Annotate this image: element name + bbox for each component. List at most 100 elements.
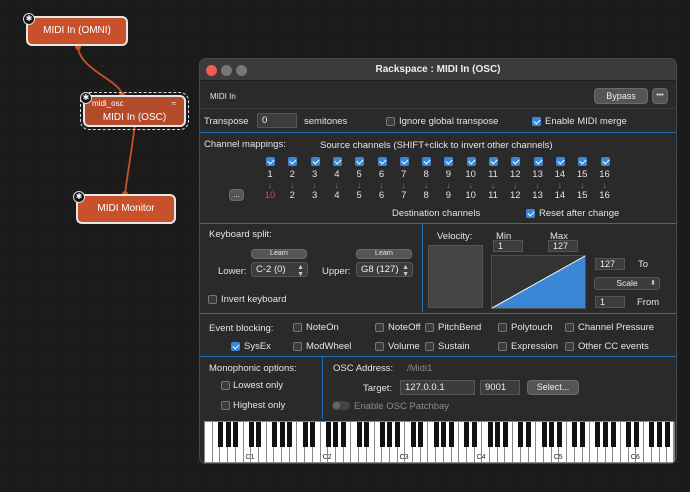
piano-black-key[interactable] xyxy=(549,422,555,447)
osc-patchbay-toggle[interactable] xyxy=(332,401,350,410)
destination-channel-number[interactable]: 4 xyxy=(331,190,343,201)
enable-midi-merge-checkbox[interactable] xyxy=(532,117,541,126)
event-block-checkbox[interactable] xyxy=(425,323,434,332)
event-block-checkbox[interactable] xyxy=(231,342,240,351)
zoom-icon[interactable] xyxy=(236,65,247,76)
destination-channel-number[interactable]: 9 xyxy=(442,190,454,201)
piano-black-key[interactable] xyxy=(572,422,578,447)
osc-address-value[interactable]: /Midi1 xyxy=(407,363,432,374)
source-channel-checkbox[interactable] xyxy=(266,157,275,166)
piano-black-key[interactable] xyxy=(256,422,262,447)
piano-black-key[interactable] xyxy=(464,422,470,447)
piano-black-key[interactable] xyxy=(541,422,547,447)
piano-black-key[interactable] xyxy=(248,422,254,447)
piano-black-key[interactable] xyxy=(310,422,316,447)
invert-keyboard-checkbox[interactable] xyxy=(208,295,217,304)
node-pin-icon[interactable]: ✱ xyxy=(23,13,35,25)
channel-mapping-column[interactable]: 14 ↓ 14 xyxy=(554,169,566,201)
velocity-to-input[interactable]: 127 xyxy=(595,258,625,270)
destination-channel-number[interactable]: 3 xyxy=(309,190,321,201)
piano-black-key[interactable] xyxy=(418,422,424,447)
channel-mapping-column[interactable]: 11 ↓ 11 xyxy=(487,169,499,201)
event-block-checkbox[interactable] xyxy=(293,342,302,351)
source-channel-checkbox[interactable] xyxy=(310,157,320,166)
select-target-button[interactable]: Select... xyxy=(527,380,579,395)
velocity-mode-dropdown[interactable]: Scale ⬍ xyxy=(594,277,660,290)
source-channel-checkbox[interactable] xyxy=(533,157,543,166)
lower-learn-button[interactable]: Learn xyxy=(251,249,307,259)
channel-mapping-column[interactable]: 4 ↓ 4 xyxy=(331,169,343,201)
destination-channel-number[interactable]: 12 xyxy=(509,190,521,201)
source-channel-checkbox[interactable] xyxy=(489,157,498,166)
piano-black-key[interactable] xyxy=(526,422,532,447)
destination-channel-number[interactable]: 8 xyxy=(420,190,432,201)
event-block-checkbox[interactable] xyxy=(375,342,384,351)
node-midi-monitor[interactable]: ✱ MIDI Monitor xyxy=(73,191,176,224)
event-block-checkbox[interactable] xyxy=(498,342,507,351)
piano-black-key[interactable] xyxy=(633,422,639,447)
piano-black-key[interactable] xyxy=(664,422,670,447)
piano-black-key[interactable] xyxy=(518,422,524,447)
piano-black-key[interactable] xyxy=(279,422,285,447)
piano-black-key[interactable] xyxy=(603,422,609,447)
velocity-from-input[interactable]: 1 xyxy=(595,296,625,308)
piano-black-key[interactable] xyxy=(626,422,632,447)
piano-black-key[interactable] xyxy=(379,422,385,447)
piano-white-key[interactable] xyxy=(205,422,213,462)
destination-channel-number[interactable]: 14 xyxy=(554,190,566,201)
destination-channel-number[interactable]: 7 xyxy=(398,190,410,201)
event-block-checkbox[interactable] xyxy=(425,342,434,351)
velocity-max-input[interactable]: 127 xyxy=(548,240,578,252)
ignore-global-transpose-checkbox[interactable] xyxy=(386,117,395,126)
piano-black-key[interactable] xyxy=(441,422,447,447)
node-pin-icon[interactable]: ✱ xyxy=(80,92,92,104)
piano-black-key[interactable] xyxy=(410,422,416,447)
source-channel-checkbox[interactable] xyxy=(399,157,409,166)
minimize-icon[interactable] xyxy=(221,65,232,76)
window-titlebar[interactable]: Rackspace : MIDI In (OSC) xyxy=(200,59,676,81)
channel-mapping-column[interactable]: 1 ↓ 10 xyxy=(264,169,276,201)
piano-black-key[interactable] xyxy=(333,422,339,447)
source-channel-checkbox[interactable] xyxy=(600,157,610,166)
channel-mapping-column[interactable]: 6 ↓ 6 xyxy=(376,169,388,201)
channel-mapping-column[interactable]: 15 ↓ 15 xyxy=(576,169,588,201)
piano-black-key[interactable] xyxy=(341,422,347,447)
destination-channel-number[interactable]: 5 xyxy=(353,190,365,201)
piano-black-key[interactable] xyxy=(487,422,493,447)
event-block-checkbox[interactable] xyxy=(293,323,302,332)
piano-black-key[interactable] xyxy=(495,422,501,447)
osc-port-input[interactable]: 9001 xyxy=(480,380,520,395)
destination-channel-number[interactable]: 10 xyxy=(264,190,276,201)
highest-only-checkbox[interactable] xyxy=(221,401,230,410)
upper-learn-button[interactable]: Learn xyxy=(356,249,412,259)
piano-black-key[interactable] xyxy=(649,422,655,447)
piano-black-key[interactable] xyxy=(472,422,478,447)
piano-black-key[interactable] xyxy=(325,422,331,447)
channel-mapping-column[interactable]: 16 ↓ 16 xyxy=(599,169,611,201)
source-channel-checkbox[interactable] xyxy=(422,157,432,166)
channel-mapping-column[interactable]: 7 ↓ 7 xyxy=(398,169,410,201)
channel-mapping-column[interactable]: 13 ↓ 13 xyxy=(532,169,544,201)
bypass-button[interactable]: Bypass xyxy=(594,88,648,104)
lower-key-dropdown[interactable]: C-2 (0) ▲ ▼ xyxy=(251,262,308,278)
velocity-min-input[interactable]: 1 xyxy=(493,240,523,252)
destination-channel-number[interactable]: 10 xyxy=(465,190,477,201)
source-channel-checkbox[interactable] xyxy=(377,157,387,166)
channel-mapping-column[interactable]: 2 ↓ 2 xyxy=(286,169,298,201)
destination-channel-number[interactable]: 16 xyxy=(599,190,611,201)
source-channel-checkbox[interactable] xyxy=(578,157,588,166)
more-options-button[interactable]: ••• xyxy=(652,88,668,104)
node-pin-icon[interactable]: ✱ xyxy=(73,191,85,203)
event-block-checkbox[interactable] xyxy=(565,342,574,351)
destination-channel-number[interactable]: 2 xyxy=(286,190,298,201)
channel-mapping-column[interactable]: 10 ↓ 10 xyxy=(465,169,477,201)
channel-more-button[interactable]: ... xyxy=(229,189,244,201)
piano-black-key[interactable] xyxy=(356,422,362,447)
piano-black-key[interactable] xyxy=(271,422,277,447)
source-channel-checkbox[interactable] xyxy=(332,157,342,166)
node-midi-in-osc[interactable]: ✱ midi_osc ≈ MIDI In (OSC) xyxy=(80,92,189,130)
close-icon[interactable] xyxy=(206,65,217,76)
piano-black-key[interactable] xyxy=(395,422,401,447)
reset-after-change-checkbox[interactable] xyxy=(526,209,535,218)
piano-black-key[interactable] xyxy=(556,422,562,447)
